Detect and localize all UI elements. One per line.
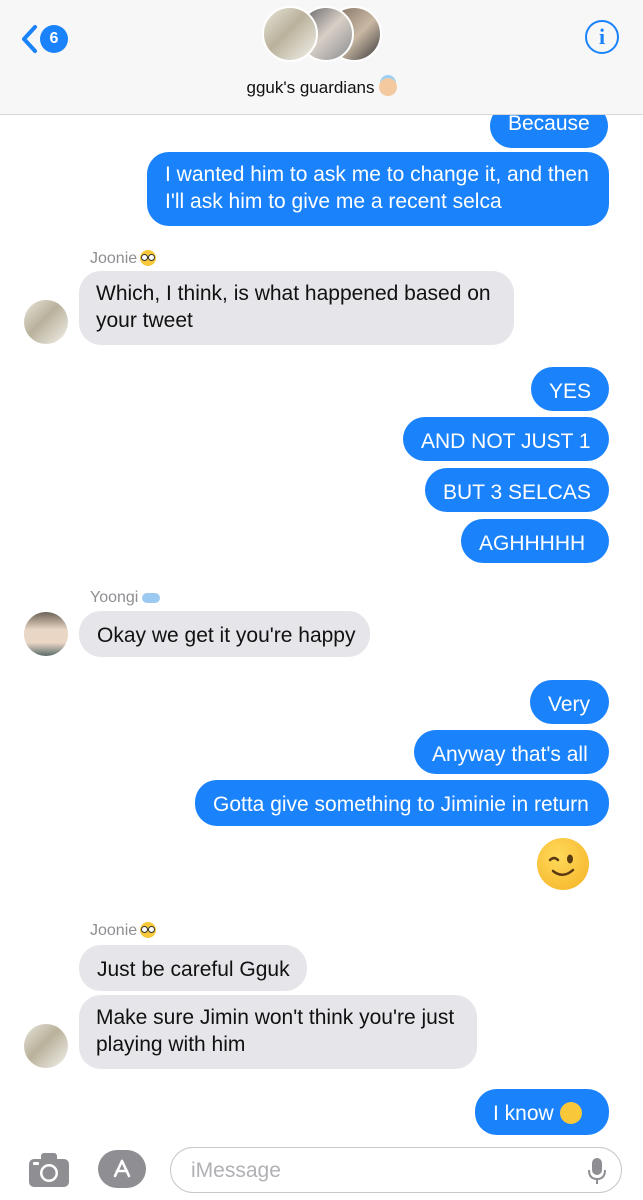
message-bubble-incoming[interactable]: Okay we get it you're happy <box>79 611 370 657</box>
app-store-icon <box>113 1159 131 1178</box>
camera-icon <box>29 1153 69 1187</box>
nerd-emoji <box>140 250 157 266</box>
nerd-emoji <box>140 922 157 938</box>
wink-emoji[interactable] <box>537 838 589 890</box>
message-bubble-incoming[interactable]: Make sure Jimin won't think you're just … <box>79 995 477 1069</box>
wink-face-icon <box>548 854 575 876</box>
message-bubble-outgoing[interactable]: Very <box>530 680 609 724</box>
group-name[interactable]: gguk's guardians <box>0 78 643 98</box>
message-bubble-outgoing[interactable]: Gotta give something to Jiminie in retur… <box>195 780 609 826</box>
message-input[interactable]: iMessage <box>170 1147 622 1193</box>
message-bubble-outgoing[interactable]: BUT 3 SELCAS <box>425 468 609 512</box>
avatar[interactable] <box>24 300 68 344</box>
conversation-header: 6 gguk's guardians i <box>0 0 643 115</box>
message-bubble-incoming[interactable]: Just be careful Gguk <box>79 945 307 991</box>
message-bubble-incoming[interactable]: Which, I think, is what happened based o… <box>79 271 514 345</box>
avatar[interactable] <box>24 612 68 656</box>
group-avatars[interactable] <box>262 6 382 66</box>
microphone-button[interactable] <box>587 1157 607 1190</box>
avatar <box>262 6 318 62</box>
avatar[interactable] <box>24 1024 68 1068</box>
message-bubble-outgoing[interactable]: AGHHHHH <box>461 519 609 563</box>
app-store-button[interactable] <box>98 1150 146 1188</box>
sender-name: Joonie <box>90 250 157 268</box>
grin-emoji <box>559 1102 582 1124</box>
message-bubble-outgoing[interactable]: I wanted him to ask me to change it, and… <box>147 152 609 226</box>
message-bubble-outgoing[interactable]: AND NOT JUST 1 <box>403 417 609 461</box>
sender-name: Yoongi <box>90 589 161 607</box>
microphone-icon <box>588 1158 606 1184</box>
message-bubble-outgoing[interactable]: I know <box>475 1089 609 1135</box>
message-bubble-outgoing[interactable]: YES <box>531 367 609 411</box>
compose-bar: iMessage <box>0 1140 643 1200</box>
info-button[interactable]: i <box>585 20 619 54</box>
cloud-emoji <box>142 593 161 603</box>
camera-button[interactable] <box>28 1152 70 1193</box>
message-bubble-outgoing[interactable]: Anyway that's all <box>414 730 609 774</box>
sender-name: Joonie <box>90 922 157 940</box>
unread-count-badge: 6 <box>40 25 68 53</box>
info-icon: i <box>598 24 606 49</box>
angel-emoji <box>378 78 397 96</box>
back-chevron-icon <box>22 25 37 53</box>
back-button[interactable]: 6 <box>20 22 68 56</box>
message-input-placeholder: iMessage <box>191 1159 281 1182</box>
